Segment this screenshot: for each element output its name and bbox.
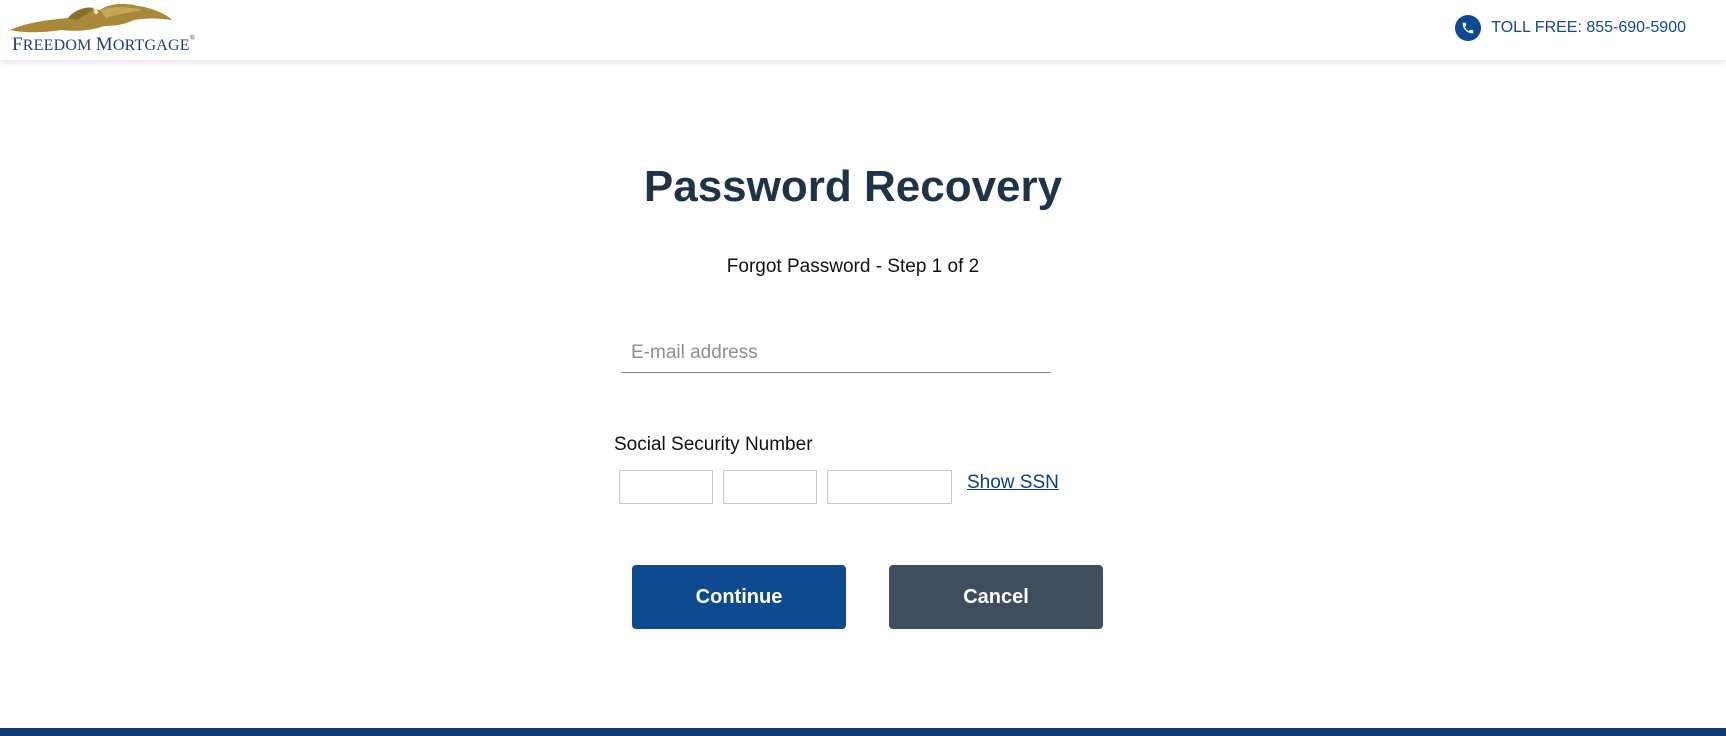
logo-wordmark: FREEDOM MORTGAGE® <box>12 34 196 55</box>
show-ssn-link[interactable]: Show SSN <box>967 472 1059 494</box>
cancel-button[interactable]: Cancel <box>889 565 1103 629</box>
toll-free-phone[interactable]: TOLL FREE: 855-690-5900 <box>1455 14 1686 42</box>
eagle-logo-icon <box>10 3 172 33</box>
continue-button[interactable]: Continue <box>632 565 846 629</box>
footer-bar <box>0 728 1726 736</box>
ssn-part-1-input[interactable] <box>619 470 713 504</box>
ssn-part-3-input[interactable] <box>827 470 952 504</box>
email-field-wrapper <box>621 334 1051 373</box>
site-header: FREEDOM MORTGAGE® TOLL FREE: 855-690-590… <box>0 0 1726 60</box>
ssn-label: Social Security Number <box>614 434 813 455</box>
page: FREEDOM MORTGAGE® TOLL FREE: 855-690-590… <box>0 0 1726 736</box>
email-input[interactable] <box>621 334 1051 372</box>
freedom-mortgage-logo[interactable]: FREEDOM MORTGAGE® <box>8 0 195 56</box>
phone-number-text: TOLL FREE: 855-690-5900 <box>1491 19 1686 36</box>
step-indicator: Forgot Password - Step 1 of 2 <box>726 256 980 277</box>
ssn-part-2-input[interactable] <box>723 470 817 504</box>
phone-icon <box>1455 15 1482 41</box>
page-title: Password Recovery <box>643 162 1063 211</box>
